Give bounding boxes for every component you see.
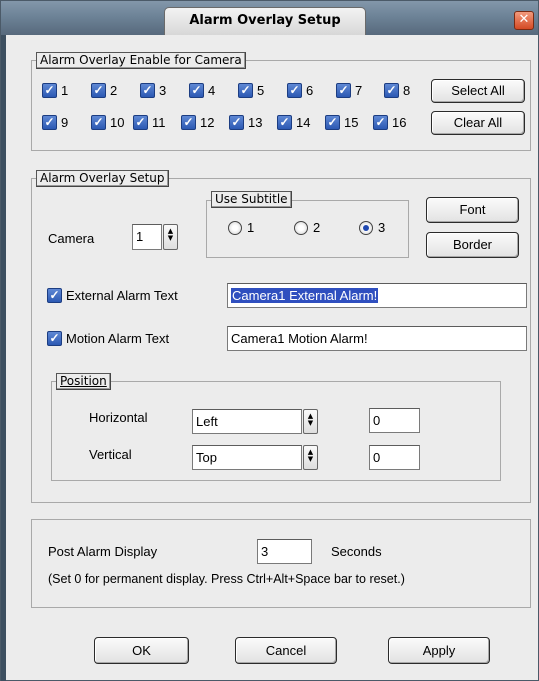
camera-checkbox[interactable]: ✓ 8 — [384, 83, 410, 98]
camera-checkbox-label: 14 — [296, 115, 311, 130]
camera-checkbox-label: 12 — [200, 115, 215, 130]
horizontal-select[interactable]: Left — [192, 409, 302, 434]
checkmark-icon: ✓ — [140, 83, 155, 98]
radio-icon — [294, 220, 308, 235]
checkmark-icon: ✓ — [133, 115, 148, 130]
external-alarm-checkbox[interactable]: ✓ External Alarm Text — [47, 288, 178, 303]
horizontal-spinner[interactable]: ▲ ▼ — [303, 409, 318, 434]
camera-checkbox[interactable]: ✓ 14 — [277, 115, 310, 130]
checkmark-icon: ✓ — [373, 115, 388, 130]
camera-checkbox[interactable]: ✓ 2 — [91, 83, 117, 98]
camera-spinner[interactable]: ▲ ▼ — [163, 224, 178, 250]
camera-checkbox[interactable]: ✓ 9 — [42, 115, 68, 130]
camera-checkbox-label: 2 — [110, 83, 118, 98]
checkmark-icon: ✓ — [181, 115, 196, 130]
motion-alarm-label: Motion Alarm Text — [66, 331, 170, 346]
subtitle-option-label: 3 — [378, 220, 386, 235]
camera-checkbox-label: 13 — [248, 115, 263, 130]
camera-checkbox-label: 9 — [61, 115, 69, 130]
subtitle-option-label: 2 — [313, 220, 321, 235]
camera-checkbox-label: 1 — [61, 83, 69, 98]
subtitle-option-label: 1 — [247, 220, 255, 235]
camera-checkbox-label: 11 — [152, 115, 166, 130]
checkmark-icon: ✓ — [325, 115, 340, 130]
radio-icon — [228, 220, 242, 235]
camera-checkbox-label: 15 — [344, 115, 359, 130]
horizontal-offset-input[interactable]: 0 — [369, 408, 420, 433]
overlay-setup-legend: Alarm Overlay Setup — [36, 170, 169, 187]
enable-camera-legend: Alarm Overlay Enable for Camera — [36, 52, 246, 69]
camera-checkbox[interactable]: ✓ 6 — [287, 83, 313, 98]
camera-checkbox-label: 8 — [403, 83, 411, 98]
motion-alarm-text-input[interactable]: Camera1 Motion Alarm! — [227, 326, 527, 351]
external-alarm-text-value: Camera1 External Alarm! — [231, 288, 379, 303]
camera-checkbox-label: 5 — [257, 83, 265, 98]
checkmark-icon: ✓ — [229, 115, 244, 130]
motion-alarm-checkbox[interactable]: ✓ Motion Alarm Text — [47, 331, 169, 346]
post-alarm-note: (Set 0 for permanent display. Press Ctrl… — [48, 572, 405, 586]
border-button[interactable]: Border — [426, 232, 519, 258]
checkmark-icon: ✓ — [238, 83, 253, 98]
position-legend: Position — [56, 373, 111, 390]
select-all-button[interactable]: Select All — [431, 79, 525, 103]
window-frame-edge — [1, 35, 6, 681]
seconds-unit-label: Seconds — [331, 544, 382, 559]
checkmark-icon: ✓ — [384, 83, 399, 98]
subtitle-radio-2[interactable]: 2 — [294, 220, 320, 235]
camera-checkbox[interactable]: ✓ 7 — [336, 83, 362, 98]
checkmark-icon: ✓ — [47, 288, 62, 303]
camera-checkbox[interactable]: ✓ 16 — [373, 115, 406, 130]
apply-button[interactable]: Apply — [388, 637, 490, 664]
cancel-button[interactable]: Cancel — [235, 637, 337, 664]
vertical-offset-input[interactable]: 0 — [369, 445, 420, 470]
camera-checkbox-label: 16 — [392, 115, 407, 130]
window-title: Alarm Overlay Setup — [164, 7, 366, 35]
camera-label: Camera — [48, 231, 95, 246]
camera-checkbox[interactable]: ✓ 3 — [140, 83, 166, 98]
post-alarm-label: Post Alarm Display — [48, 544, 158, 559]
post-alarm-seconds-input[interactable]: 3 — [257, 539, 312, 564]
checkmark-icon: ✓ — [91, 115, 106, 130]
camera-checkbox-label: 10 — [110, 115, 125, 130]
camera-select[interactable]: 1 — [132, 224, 162, 250]
camera-checkbox-label: 6 — [306, 83, 314, 98]
subtitle-radio-1[interactable]: 1 — [228, 220, 254, 235]
external-alarm-label: External Alarm Text — [66, 288, 178, 303]
checkmark-icon: ✓ — [189, 83, 204, 98]
subtitle-radio-3[interactable]: 3 — [359, 220, 385, 235]
checkmark-icon: ✓ — [47, 331, 62, 346]
checkmark-icon: ✓ — [336, 83, 351, 98]
vertical-select[interactable]: Top — [192, 445, 302, 470]
checkmark-icon: ✓ — [287, 83, 302, 98]
use-subtitle-legend: Use Subtitle — [211, 191, 292, 208]
camera-checkbox-label: 7 — [355, 83, 363, 98]
close-icon[interactable]: ✕ — [514, 11, 534, 30]
checkmark-icon: ✓ — [277, 115, 292, 130]
alarm-overlay-dialog: Alarm Overlay Setup ✕ Alarm Overlay Enab… — [0, 0, 539, 681]
camera-checkbox[interactable]: ✓ 4 — [189, 83, 215, 98]
font-button[interactable]: Font — [426, 197, 519, 223]
radio-selected-icon — [359, 220, 373, 235]
horizontal-label: Horizontal — [89, 410, 148, 425]
external-alarm-text-input[interactable]: Camera1 External Alarm! — [227, 283, 527, 308]
camera-checkbox[interactable]: ✓ 15 — [325, 115, 358, 130]
enable-camera-group — [31, 60, 531, 151]
camera-checkbox[interactable]: ✓ 13 — [229, 115, 262, 130]
vertical-label: Vertical — [89, 447, 132, 462]
camera-checkbox-label: 4 — [208, 83, 216, 98]
camera-checkbox[interactable]: ✓ 11 — [133, 115, 166, 130]
camera-checkbox[interactable]: ✓ 5 — [238, 83, 264, 98]
clear-all-button[interactable]: Clear All — [431, 111, 525, 135]
ok-button[interactable]: OK — [94, 637, 189, 664]
checkmark-icon: ✓ — [91, 83, 106, 98]
camera-checkbox[interactable]: ✓ 12 — [181, 115, 214, 130]
vertical-spinner[interactable]: ▲ ▼ — [303, 445, 318, 470]
camera-checkbox[interactable]: ✓ 1 — [42, 83, 68, 98]
checkmark-icon: ✓ — [42, 115, 57, 130]
title-bar[interactable]: Alarm Overlay Setup ✕ — [1, 1, 538, 35]
camera-checkbox-label: 3 — [159, 83, 167, 98]
camera-checkbox[interactable]: ✓ 10 — [91, 115, 124, 130]
checkmark-icon: ✓ — [42, 83, 57, 98]
